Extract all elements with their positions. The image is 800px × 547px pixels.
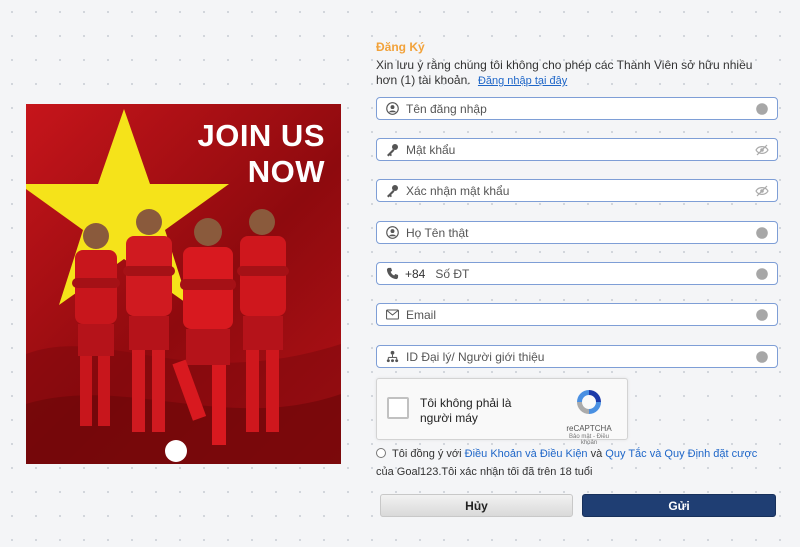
banner-line-1: JOIN US — [197, 118, 325, 153]
confirm-password-field[interactable]: Xác nhận mật khẩu — [376, 179, 778, 202]
info-icon — [755, 226, 769, 240]
recaptcha-brand: reCAPTCHA — [566, 424, 612, 433]
info-icon — [755, 350, 769, 364]
key-icon — [385, 143, 399, 157]
username-input[interactable]: Tên đăng nhập — [406, 102, 755, 116]
registration-form: Đăng Ký Xin lưu ý rằng chúng tôi không c… — [376, 40, 780, 517]
eye-slash-icon[interactable] — [755, 184, 769, 198]
recaptcha-label: Tôi không phải là người máy — [420, 396, 512, 425]
key-icon — [385, 184, 399, 198]
email-field[interactable]: Email — [376, 303, 778, 326]
recaptcha-icon — [577, 390, 601, 414]
login-link[interactable]: Đăng nhập tại đây — [478, 75, 567, 87]
org-icon — [385, 350, 399, 364]
agree-prefix: Tôi đồng ý với — [392, 448, 465, 460]
form-title: Đăng Ký — [376, 40, 425, 54]
fullname-field[interactable]: Họ Tên thật — [376, 221, 778, 244]
info-icon — [755, 102, 769, 116]
banner-headline: JOIN US NOW — [197, 118, 325, 190]
country-code[interactable]: +84 — [405, 267, 425, 281]
banner-line-2: NOW — [247, 154, 325, 189]
info-icon — [755, 308, 769, 322]
cancel-button[interactable]: Hủy — [380, 494, 573, 517]
mail-icon — [385, 308, 399, 322]
phone-icon — [385, 267, 399, 281]
user-icon — [385, 102, 399, 116]
recaptcha-widget: Tôi không phải là người máy reCAPTCHA Bả… — [376, 378, 628, 446]
password-field[interactable]: Mật khẩu — [376, 138, 778, 161]
submit-button[interactable]: Gửi — [582, 494, 776, 517]
eye-slash-icon[interactable] — [755, 143, 769, 157]
terms-link[interactable]: Điều Khoản và Điều Kiện — [465, 448, 588, 460]
terms-agreement: Tôi đồng ý với Điều Khoản và Điều Kiện v… — [376, 445, 776, 481]
agent-id-field[interactable]: ID Đại lý/ Người giới thiệu — [376, 345, 778, 368]
email-input[interactable]: Email — [406, 308, 755, 322]
recaptcha-checkbox[interactable] — [387, 397, 409, 419]
rules-link[interactable]: Quy Tắc và Quy Định đặt cược — [605, 448, 757, 460]
agree-radio[interactable] — [376, 448, 386, 458]
info-icon — [755, 267, 769, 281]
agree-suffix: của Goal123.Tôi xác nhận tôi đã trên 18 … — [376, 466, 593, 478]
account-notice: Xin lưu ý rằng chúng tôi không cho phép … — [376, 58, 776, 89]
username-field[interactable]: Tên đăng nhập — [376, 97, 778, 120]
agree-and: và — [587, 448, 606, 460]
password-input[interactable]: Mật khẩu — [406, 143, 755, 157]
user-icon — [385, 226, 399, 240]
phone-input[interactable]: Số ĐT — [435, 267, 755, 281]
agent-id-input[interactable]: ID Đại lý/ Người giới thiệu — [406, 350, 755, 364]
confirm-password-input[interactable]: Xác nhận mật khẩu — [406, 184, 755, 198]
fullname-input[interactable]: Họ Tên thật — [406, 226, 755, 240]
recaptcha-logo: reCAPTCHA Bảo mật - Điều khoản — [561, 387, 617, 446]
promo-banner: JOIN US NOW — [26, 104, 341, 464]
phone-field[interactable]: +84 Số ĐT — [376, 262, 778, 285]
